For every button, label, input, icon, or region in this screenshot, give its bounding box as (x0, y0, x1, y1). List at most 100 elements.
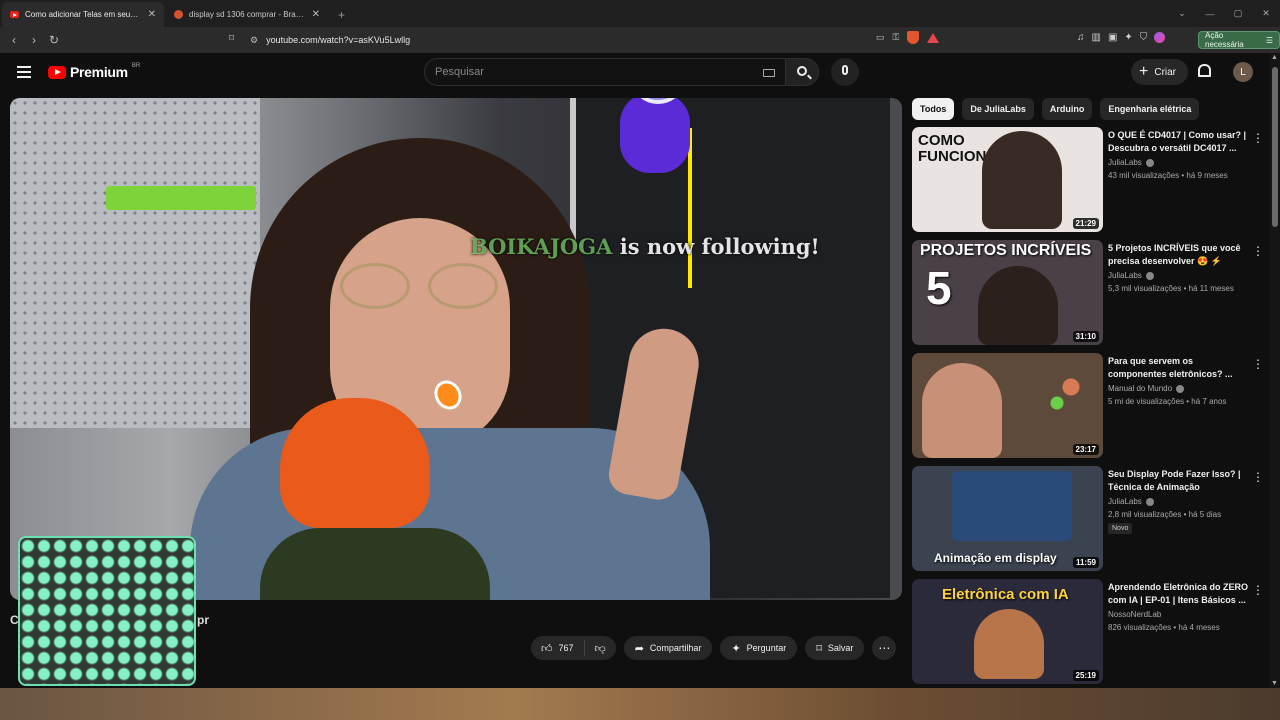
video-thumbnail[interactable]: Animação em display 11:59 (912, 466, 1103, 571)
extension-icons: ♫ ▥ ▣ ✦ ⛉ (1077, 32, 1166, 43)
forward-icon[interactable]: › (24, 33, 44, 47)
video-title[interactable]: O QUE É CD4017 | Como usar? | Descubra o… (1108, 129, 1250, 155)
recommendation-item[interactable]: 23:17 Para que servem os componentes ele… (912, 353, 1267, 458)
close-tab-icon[interactable]: ✕ (148, 9, 156, 20)
save-label: Salvar (827, 643, 854, 653)
video-thumbnail[interactable]: 23:17 (912, 353, 1103, 458)
verified-icon (1145, 497, 1154, 506)
scroll-down-icon[interactable]: ▼ (1271, 680, 1278, 687)
kebab-menu-icon[interactable]: ⋮ (1252, 244, 1264, 258)
address-bar[interactable]: ⚙ youtube.com/watch?v=asKVu5Lwllg (250, 30, 975, 50)
reload-icon[interactable]: ↻ (44, 33, 64, 47)
channel-label: NossoNerdLab (1108, 610, 1162, 619)
chip-de-julialabs[interactable]: De JuliaLabs (962, 98, 1034, 120)
video-title[interactable]: Aprendendo Eletrônica do ZERO com IA | E… (1108, 581, 1250, 607)
tab-search-icon[interactable]: ⌄ (1168, 8, 1196, 19)
verified-icon (1176, 384, 1185, 393)
video-scene-pegboard (10, 98, 260, 428)
new-badge: Novo (1108, 523, 1133, 534)
channel-name[interactable]: JuliaLabs (1108, 497, 1154, 506)
video-title[interactable]: 5 Projetos INCRÍVEIS que você precisa de… (1108, 242, 1250, 268)
thumbnail-text: Eletrônica com IA (942, 586, 1069, 603)
kebab-menu-icon[interactable]: ⋮ (1252, 470, 1264, 484)
address-bar-actions: ▭ ⚿ (876, 31, 940, 44)
logo-text: Premium (70, 64, 128, 80)
recommendation-item[interactable]: Eletrônica com IA 25:19 Aprendendo Eletr… (912, 579, 1267, 684)
youtube-premium-logo[interactable]: Premium BR (48, 63, 141, 80)
video-meta: 2,8 mil visualizações • há 5 dias (1108, 510, 1222, 519)
vtuber-avatar-hair (280, 398, 430, 528)
create-button[interactable]: + Criar (1131, 59, 1189, 85)
ask-button[interactable]: ✦ Perguntar (720, 636, 798, 660)
search-input[interactable]: Pesquisar (424, 58, 785, 86)
video-player[interactable]: BOIKAJOGA is now following! (10, 98, 902, 600)
brave-rewards-icon[interactable] (927, 32, 940, 43)
chat-overlay-widget (18, 536, 196, 686)
chip-todos[interactable]: Todos (912, 98, 955, 120)
scroll-up-icon[interactable]: ▲ (1271, 54, 1278, 61)
extension-icon[interactable] (1154, 32, 1166, 43)
channel-name[interactable]: JuliaLabs (1108, 158, 1154, 167)
bookmark-icon[interactable]: ⌑ (229, 33, 234, 44)
back-icon[interactable]: ‹ (4, 33, 24, 47)
browser-tab-brave-search[interactable]: display sd 1306 comprar - Brave Search ✕ (166, 2, 328, 27)
close-tab-icon[interactable]: ✕ (312, 9, 320, 20)
brave-shield-icon[interactable] (907, 31, 920, 44)
maximize-icon[interactable]: ▢ (1224, 8, 1252, 19)
hamburger-menu-icon[interactable] (17, 66, 31, 78)
scrollbar-thumb[interactable] (1272, 67, 1278, 227)
like-button[interactable]: 👍︎ 767 (531, 640, 585, 656)
video-thumbnail[interactable]: Eletrônica com IA 25:19 (912, 579, 1103, 684)
video-scene-glasses (340, 263, 500, 309)
account-avatar[interactable]: L (1233, 62, 1253, 82)
kebab-menu-icon[interactable]: ⋮ (1252, 131, 1264, 145)
page-scrollbar[interactable]: ▲ ▼ (1270, 53, 1280, 688)
chip-engenharia-eletrica[interactable]: Engenharia elétrica (1100, 98, 1200, 120)
thumbnail-person (922, 363, 1002, 458)
vpn-shield-icon[interactable]: ⛉ (1140, 32, 1148, 43)
channel-name[interactable]: NossoNerdLab (1108, 610, 1161, 619)
minimize-icon[interactable]: — (1196, 9, 1224, 19)
video-title-fragment: pr (197, 613, 209, 627)
save-button[interactable]: ⌑ Salvar (805, 636, 865, 660)
action-required-button[interactable]: Ação necessária ☰ (1198, 31, 1280, 49)
channel-label: JuliaLabs (1108, 271, 1142, 280)
recommendation-item[interactable]: COMO FUNCIONA? 21:29 O QUE É CD4017 | Co… (912, 127, 1267, 232)
thumbnail-person (978, 266, 1058, 345)
wallet-icon[interactable]: ▣ (1108, 32, 1117, 43)
thumbnail-components (1022, 363, 1092, 443)
video-meta: 5,3 mil visualizações • há 11 meses (1108, 284, 1234, 293)
new-tab-button[interactable]: + (328, 2, 355, 27)
video-thumbnail[interactable]: COMO FUNCIONA? 21:29 (912, 127, 1103, 232)
channel-name[interactable]: JuliaLabs (1108, 271, 1154, 280)
sidebar-icon[interactable]: ▥ (1092, 32, 1101, 43)
chip-arduino[interactable]: Arduino (1041, 98, 1093, 120)
password-key-icon[interactable]: ⚿ (893, 32, 900, 43)
voice-search-button[interactable] (831, 58, 859, 86)
notifications-bell-icon[interactable] (1198, 64, 1211, 77)
vtuber-avatar-coat (260, 528, 490, 600)
kebab-menu-icon[interactable]: ⋮ (1252, 357, 1264, 371)
more-actions-button[interactable]: ⋯ (872, 636, 897, 660)
dislike-button[interactable]: 👎︎ (585, 640, 616, 656)
kebab-menu-icon[interactable]: ⋮ (1252, 583, 1264, 597)
leo-ai-icon[interactable]: ✦ (1124, 32, 1132, 43)
share-button[interactable]: ➦ Compartilhar (623, 636, 713, 660)
recommendation-item[interactable]: Animação em display 11:59 Seu Display Po… (912, 466, 1267, 571)
browser-tab-youtube[interactable]: Como adicionar Telas em seus projetos ✕ (2, 2, 164, 27)
video-title[interactable]: Para que servem os componentes eletrônic… (1108, 355, 1250, 381)
cast-icon[interactable]: ▭ (876, 32, 885, 43)
site-info-icon[interactable]: ⚙ (250, 35, 258, 46)
media-controls-icon[interactable]: ♫ (1077, 32, 1085, 43)
verified-icon (1145, 158, 1154, 167)
video-title[interactable]: Seu Display Pode Fazer Isso? | Técnica d… (1108, 468, 1250, 494)
tab-title: Como adicionar Telas em seus projetos (25, 10, 142, 19)
keyboard-icon[interactable] (763, 69, 775, 77)
recommendation-item[interactable]: PROJETOS INCRÍVEIS 5 31:10 5 Projetos IN… (912, 240, 1267, 345)
logo-region: BR (131, 63, 141, 69)
close-window-icon[interactable]: ✕ (1252, 8, 1280, 19)
window-controls: ⌄ — ▢ ✕ (1168, 0, 1280, 27)
video-thumbnail[interactable]: PROJETOS INCRÍVEIS 5 31:10 (912, 240, 1103, 345)
channel-name[interactable]: Manual do Mundo (1108, 384, 1185, 393)
search-button[interactable] (785, 58, 819, 86)
